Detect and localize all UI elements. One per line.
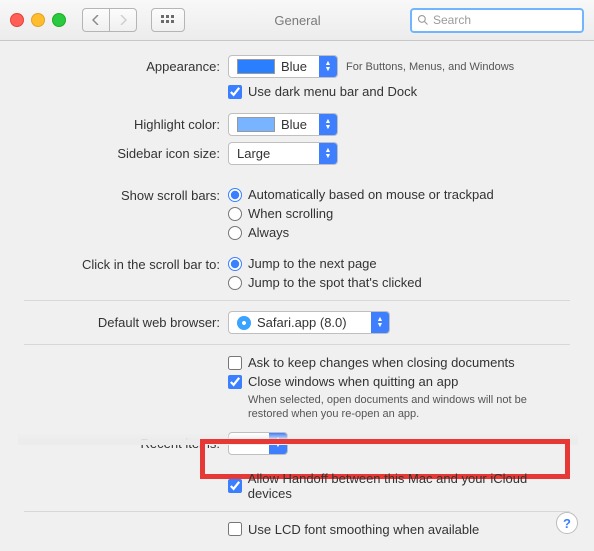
separator [24, 511, 570, 512]
highlight-label: Highlight color: [24, 117, 228, 132]
toolbar: General Search [0, 0, 594, 41]
recent-label: Recent items: [24, 436, 228, 451]
chevron-left-icon [92, 15, 100, 25]
highlight-select[interactable]: Blue ▲▼ [228, 113, 338, 136]
window-title: General [193, 13, 402, 28]
appearance-hint: For Buttons, Menus, and Windows [346, 61, 514, 73]
lcd-smoothing-checkbox[interactable]: Use LCD font smoothing when available [228, 522, 570, 537]
chevron-right-icon [119, 15, 127, 25]
browser-select[interactable]: Safari.app (8.0) ▲▼ [228, 311, 390, 334]
back-button[interactable] [82, 8, 109, 32]
close-icon[interactable] [10, 13, 24, 27]
ask-save-checkbox[interactable]: Ask to keep changes when closing documen… [228, 355, 570, 370]
sidebar-icon-select[interactable]: Large ▲▼ [228, 142, 338, 165]
search-icon [417, 14, 429, 26]
scroll-click-next-radio[interactable]: Jump to the next page [228, 256, 377, 271]
forward-button[interactable] [109, 8, 137, 32]
dark-menu-check-input[interactable] [228, 85, 242, 99]
close-windows-checkbox[interactable]: Close windows when quitting an app [228, 374, 570, 389]
safari-icon [237, 316, 251, 330]
scroll-click-spot-radio[interactable]: Jump to the spot that's clicked [228, 275, 422, 290]
select-arrows-icon: ▲▼ [269, 433, 287, 454]
window-controls [10, 13, 66, 27]
recent-select[interactable]: ▲▼ [228, 432, 288, 455]
select-arrows-icon: ▲▼ [319, 114, 337, 135]
scrollbars-auto-radio[interactable]: Automatically based on mouse or trackpad [228, 187, 494, 202]
select-arrows-icon: ▲▼ [319, 56, 337, 77]
scrollbars-scrolling-radio[interactable]: When scrolling [228, 206, 333, 221]
select-arrows-icon: ▲▼ [371, 312, 389, 333]
scrollbars-always-radio[interactable]: Always [228, 225, 289, 240]
blue-swatch-icon [237, 59, 275, 74]
sidebar-icon-label: Sidebar icon size: [24, 146, 228, 161]
search-placeholder: Search [433, 13, 471, 27]
close-windows-hint: When selected, open documents and window… [248, 393, 570, 422]
separator [24, 344, 570, 345]
appearance-select[interactable]: Blue ▲▼ [228, 55, 338, 78]
zoom-icon[interactable] [52, 13, 66, 27]
search-input[interactable]: Search [410, 8, 584, 33]
browser-label: Default web browser: [24, 315, 228, 330]
select-arrows-icon: ▲▼ [319, 143, 337, 164]
light-blue-swatch-icon [237, 117, 275, 132]
appearance-label: Appearance: [24, 59, 228, 74]
grid-icon [161, 15, 175, 25]
separator [24, 300, 570, 301]
show-all-button[interactable] [151, 8, 185, 32]
help-button[interactable]: ? [556, 512, 578, 534]
nav-buttons [82, 8, 137, 32]
scrollbars-label: Show scroll bars: [24, 187, 228, 203]
handoff-checkbox[interactable]: Allow Handoff between this Mac and your … [228, 471, 570, 501]
minimize-icon[interactable] [31, 13, 45, 27]
scroll-click-label: Click in the scroll bar to: [24, 256, 228, 272]
dark-menu-checkbox[interactable]: Use dark menu bar and Dock [228, 84, 570, 99]
content: Appearance: Blue ▲▼ For Buttons, Menus, … [0, 41, 594, 551]
